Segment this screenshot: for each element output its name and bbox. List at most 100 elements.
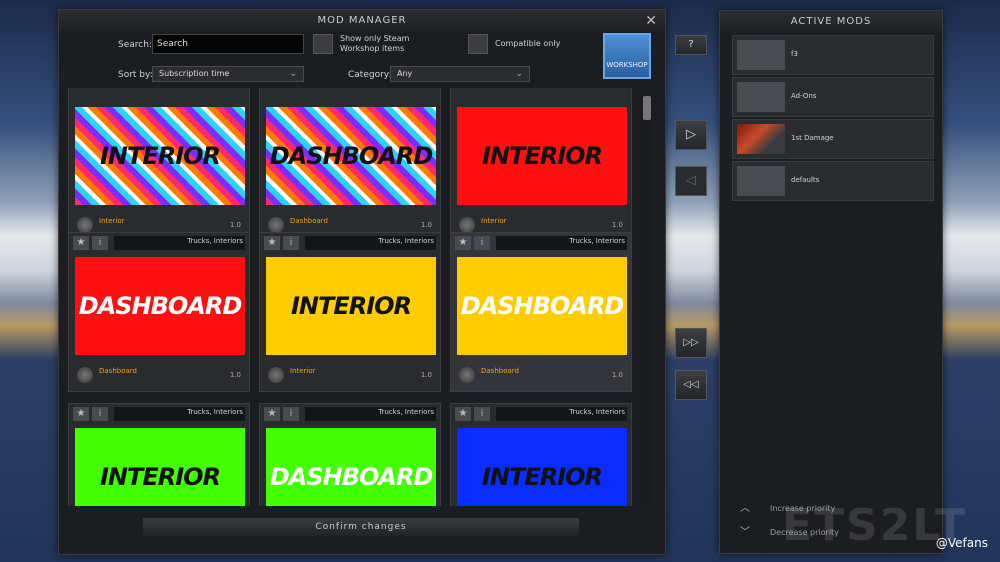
chevron-up-icon: ︿	[740, 503, 750, 514]
star-icon[interactable]: ★	[73, 236, 89, 250]
category-select[interactable]: Any ⌄	[390, 66, 530, 82]
remove-mod-button[interactable]: ◁	[675, 166, 707, 196]
info-icon[interactable]: i	[92, 236, 108, 250]
mod-version: 1.0	[229, 371, 241, 379]
mod-thumbnail	[737, 124, 785, 154]
star-icon[interactable]: ★	[455, 407, 471, 421]
thumbnail-text: DASHBOARD	[269, 463, 434, 491]
chevron-down-icon: ⌄	[289, 69, 297, 79]
search-label: Search:	[118, 40, 152, 50]
mod-version: 1.0	[611, 221, 623, 229]
sort-select[interactable]: Subscription time ⌄	[152, 66, 304, 82]
mod-name: Interior	[481, 217, 507, 225]
mod-category: Trucks, Interiors	[378, 237, 434, 245]
confirm-changes-button[interactable]: Confirm changes	[143, 518, 579, 536]
mod-version: 1.0	[420, 371, 432, 379]
thumbnail-text: INTERIOR	[99, 463, 221, 491]
mod-card[interactable]: ★ i Trucks, Interiors DASHBOARD	[259, 403, 441, 506]
compatible-only-checkbox[interactable]	[468, 34, 488, 54]
mod-thumbnail: INTERIOR	[457, 428, 627, 506]
mod-thumbnail	[737, 166, 785, 196]
mod-category: Trucks, Interiors	[187, 408, 243, 416]
mod-icon	[77, 217, 93, 233]
info-icon[interactable]: i	[474, 236, 490, 250]
thumbnail-text: DASHBOARD	[78, 292, 243, 320]
mod-card[interactable]: INTERIOR Interior 1.0	[450, 88, 632, 242]
add-all-button[interactable]: ▷▷	[675, 328, 707, 358]
mod-thumbnail: DASHBOARD	[266, 107, 436, 205]
mod-manager-title: MOD MANAGER	[59, 10, 665, 32]
star-icon[interactable]: ★	[264, 236, 280, 250]
workshop-button-label: WORKSHOP	[606, 61, 648, 69]
thumbnail-text: DASHBOARD	[460, 292, 625, 320]
star-icon[interactable]: ★	[455, 236, 471, 250]
search-input[interactable]: Search	[152, 34, 304, 54]
mod-thumbnail: INTERIOR	[75, 107, 245, 205]
mod-card[interactable]: ★ i Trucks, Interiors INTERIOR	[450, 403, 632, 506]
thumbnail-text: INTERIOR	[99, 142, 221, 170]
mod-thumbnail	[737, 82, 785, 112]
steam-workshop-button[interactable]: WORKSHOP	[603, 33, 651, 79]
mod-card[interactable]: INTERIOR Interior 1.0	[68, 88, 250, 242]
thumbnail-text: DASHBOARD	[269, 142, 434, 170]
mod-thumbnail: DASHBOARD	[75, 257, 245, 355]
sort-label: Sort by:	[118, 70, 153, 80]
active-mod-row[interactable]: defaults	[732, 161, 934, 201]
mod-category: Trucks, Interiors	[569, 408, 625, 416]
mod-icon	[459, 217, 475, 233]
compatible-only-label: Compatible only	[495, 39, 561, 48]
mod-name: Interior	[99, 217, 125, 225]
mod-thumbnail: DASHBOARD	[266, 428, 436, 506]
chevron-down-icon: ﹀	[740, 527, 750, 538]
category-label: Category:	[348, 70, 392, 80]
mod-category: Trucks, Interiors	[378, 408, 434, 416]
mod-thumbnail: INTERIOR	[266, 257, 436, 355]
info-icon[interactable]: i	[92, 407, 108, 421]
active-mod-row[interactable]: f3	[732, 35, 934, 75]
star-icon[interactable]: ★	[264, 407, 280, 421]
thumbnail-text: INTERIOR	[290, 292, 412, 320]
info-icon[interactable]: i	[283, 407, 299, 421]
info-icon[interactable]: i	[474, 407, 490, 421]
star-icon[interactable]: ★	[73, 407, 89, 421]
mod-card[interactable]: ★ i Trucks, Interiors DASHBOARD Dashboard 1…	[68, 232, 250, 392]
mod-version: 1.0	[420, 221, 432, 229]
mod-card[interactable]: ★ i Trucks, Interiors INTERIOR Interior 1.0	[259, 232, 441, 392]
sort-value: Subscription time	[159, 69, 230, 78]
mod-thumbnail: INTERIOR	[457, 107, 627, 205]
mod-category: Trucks, Interiors	[569, 237, 625, 245]
mod-thumbnail: DASHBOARD	[457, 257, 627, 355]
active-mods-title: ACTIVE MODS	[720, 11, 942, 33]
help-button[interactable]: ?	[675, 35, 707, 55]
chevron-down-icon: ⌄	[515, 69, 523, 79]
mod-version: 1.0	[611, 371, 623, 379]
mod-grid: INTERIOR Interior 1.0 DASHBOARD Dashboard…	[68, 88, 640, 506]
mod-name: 1st Damage	[791, 134, 834, 142]
mod-grid-scrollbar[interactable]	[642, 90, 652, 504]
mod-name: Ad-Ons	[791, 92, 817, 100]
close-icon[interactable]: ✕	[645, 12, 657, 30]
workshop-only-checkbox[interactable]	[313, 34, 333, 54]
mod-name: defaults	[791, 176, 820, 184]
mod-card[interactable]: DASHBOARD Dashboard 1.0	[259, 88, 441, 242]
thumbnail-text: INTERIOR	[481, 142, 603, 170]
mod-version: 1.0	[229, 221, 241, 229]
thumbnail-text: INTERIOR	[481, 463, 603, 491]
mod-card[interactable]: ★ i Trucks, Interiors INTERIOR	[68, 403, 250, 506]
mod-card[interactable]: ★ i Trucks, Interiors DASHBOARD Dashboard 1…	[450, 232, 632, 392]
remove-all-button[interactable]: ◁◁	[675, 370, 707, 400]
mod-name: Dashboard	[99, 367, 137, 375]
active-mod-row[interactable]: 1st Damage	[732, 119, 934, 159]
mod-thumbnail	[737, 40, 785, 70]
active-mod-row[interactable]: Ad-Ons	[732, 77, 934, 117]
mod-name: Interior	[290, 367, 316, 375]
add-mod-button[interactable]: ▷	[675, 120, 707, 150]
info-icon[interactable]: i	[283, 236, 299, 250]
mod-category: Trucks, Interiors	[187, 237, 243, 245]
workshop-only-label: Show only Steam Workshop items	[340, 34, 410, 53]
mod-name: f3	[791, 50, 798, 58]
credit-text: @Vefans	[935, 536, 988, 550]
category-value: Any	[397, 69, 413, 78]
scrollbar-thumb[interactable]	[643, 96, 651, 120]
mod-name: Dashboard	[481, 367, 519, 375]
